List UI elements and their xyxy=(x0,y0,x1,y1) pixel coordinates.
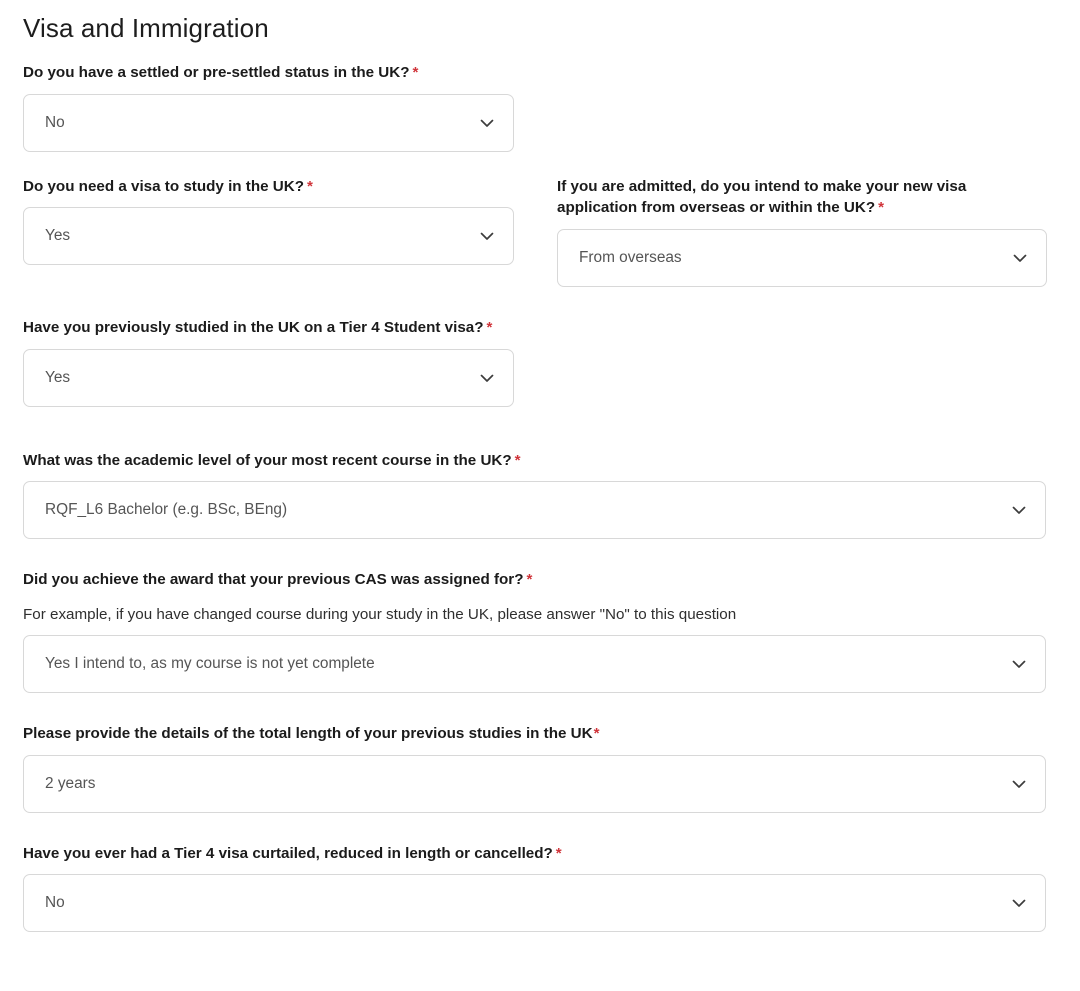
chevron-down-icon xyxy=(1010,894,1028,912)
select-previous-study-length-value: 2 years xyxy=(45,774,96,792)
required-asterisk: * xyxy=(878,199,885,217)
label-previous-tier4-study: Have you previously studied in the UK on… xyxy=(23,318,493,336)
required-asterisk: * xyxy=(486,318,493,336)
helper-text-cas-award-achieved: For example, if you have changed course … xyxy=(23,605,737,623)
field-group-visa-curtailed: Have you ever had a Tier 4 visa curtaile… xyxy=(23,843,1046,933)
select-previous-tier4-study[interactable]: Yes xyxy=(23,348,514,407)
field-group-need-visa: Do you need a visa to study in the UK? * … xyxy=(23,176,514,287)
required-asterisk: * xyxy=(514,451,521,469)
select-cas-award-achieved[interactable]: Yes I intend to, as my course is not yet… xyxy=(23,635,1046,694)
page-title: Visa and Immigration xyxy=(23,13,269,43)
chevron-down-icon xyxy=(478,114,496,132)
label-settled-status: Do you have a settled or pre-settled sta… xyxy=(23,64,419,82)
label-academic-level: What was the academic level of your most… xyxy=(23,451,521,469)
field-group-cas-award-achieved: Did you achieve the award that your prev… xyxy=(23,569,1046,694)
label-cas-award-achieved: Did you achieve the award that your prev… xyxy=(23,571,533,589)
visa-immigration-form: Visa and Immigration Do you have a settl… xyxy=(0,0,1080,991)
required-asterisk: * xyxy=(555,844,562,862)
select-visa-application-location[interactable]: From overseas xyxy=(557,228,1047,287)
select-cas-award-achieved-value: Yes I intend to, as my course is not yet… xyxy=(45,655,375,673)
chevron-down-icon xyxy=(478,227,496,245)
chevron-down-icon xyxy=(1011,249,1029,267)
field-group-previous-tier4-study: Have you previously studied in the UK on… xyxy=(23,317,1057,407)
chevron-down-icon xyxy=(1010,655,1028,673)
required-asterisk: * xyxy=(593,725,600,743)
select-visa-application-location-value: From overseas xyxy=(579,248,682,266)
select-settled-status[interactable]: No xyxy=(23,93,514,152)
chevron-down-icon xyxy=(478,369,496,387)
label-visa-application-location: If you are admitted, do you intend to ma… xyxy=(557,177,967,217)
select-settled-status-value: No xyxy=(45,113,65,131)
label-visa-curtailed: Have you ever had a Tier 4 visa curtaile… xyxy=(23,844,562,862)
select-previous-tier4-study-value: Yes xyxy=(45,368,71,386)
required-asterisk: * xyxy=(412,64,419,82)
select-visa-curtailed[interactable]: No xyxy=(23,874,1046,933)
select-visa-curtailed-value: No xyxy=(45,894,65,912)
select-need-visa[interactable]: Yes xyxy=(23,207,514,266)
select-academic-level-value: RQF_L6 Bachelor (e.g. BSc, BEng) xyxy=(45,501,288,519)
field-row-visa: Do you need a visa to study in the UK? * … xyxy=(23,176,1057,287)
chevron-down-icon xyxy=(1010,501,1028,519)
required-asterisk: * xyxy=(307,177,313,195)
select-need-visa-value: Yes xyxy=(45,227,71,245)
required-asterisk: * xyxy=(526,571,533,589)
label-previous-study-length: Please provide the details of the total … xyxy=(23,725,600,743)
field-group-previous-study-length: Please provide the details of the total … xyxy=(23,723,1046,813)
label-need-visa: Do you need a visa to study in the UK? * xyxy=(23,177,313,195)
field-group-academic-level: What was the academic level of your most… xyxy=(23,450,1046,540)
field-group-settled-status: Do you have a settled or pre-settled sta… xyxy=(23,62,1057,152)
select-previous-study-length[interactable]: 2 years xyxy=(23,754,1046,813)
chevron-down-icon xyxy=(1010,775,1028,793)
field-group-visa-application-location: If you are admitted, do you intend to ma… xyxy=(557,176,1047,287)
select-academic-level[interactable]: RQF_L6 Bachelor (e.g. BSc, BEng) xyxy=(23,481,1046,540)
